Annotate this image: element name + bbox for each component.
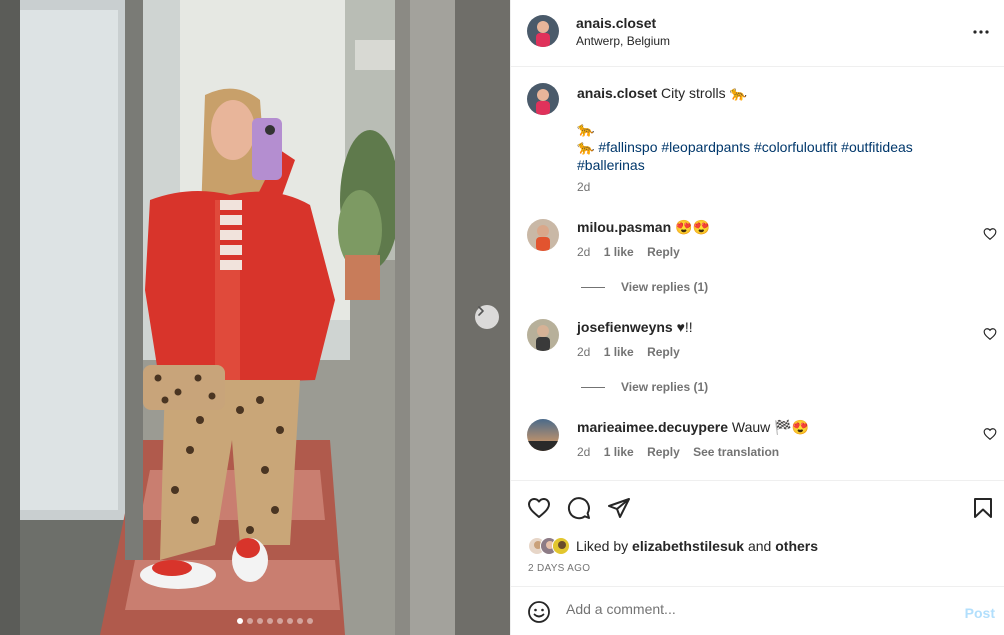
post-actions: Liked by elizabethstilesuk and others 2 … — [511, 480, 1004, 586]
avatar[interactable] — [527, 15, 559, 47]
view-replies-label: View replies (1) — [621, 380, 709, 394]
comment-like-button[interactable] — [983, 227, 997, 241]
likes-others-link[interactable]: others — [775, 538, 818, 554]
chevron-right-icon — [478, 306, 484, 316]
post-viewer: anais.closet Antwerp, Belgium anais.clos… — [0, 0, 1004, 635]
post-photo[interactable] — [0, 0, 510, 635]
post-details-panel: anais.closet Antwerp, Belgium anais.clos… — [510, 0, 1004, 635]
comment-likes[interactable]: 1 like — [604, 345, 634, 359]
reply-button[interactable]: Reply — [647, 245, 680, 259]
carousel-dot — [307, 618, 313, 624]
likes-conj: and — [747, 538, 772, 554]
comment-username[interactable]: josefienweyns — [577, 319, 673, 335]
share-button[interactable] — [607, 496, 631, 520]
add-comment-bar: Post — [511, 586, 1004, 635]
comment-like-button[interactable] — [983, 327, 997, 341]
avatar[interactable] — [527, 219, 559, 251]
carousel-dot — [247, 618, 253, 624]
emoji-button[interactable] — [527, 600, 551, 624]
caption-avatar[interactable] — [527, 83, 559, 115]
photo-illustration — [0, 0, 510, 635]
liker-avatar — [552, 537, 570, 555]
reply-button[interactable]: Reply — [647, 345, 680, 359]
reply-button[interactable]: Reply — [647, 445, 680, 459]
comment-username[interactable]: milou.pasman — [577, 219, 671, 235]
save-button[interactable] — [971, 496, 995, 520]
comment-like-button[interactable] — [983, 427, 997, 441]
divider — [581, 387, 605, 389]
comment-button[interactable] — [567, 496, 591, 520]
comment-text: 😍😍 — [675, 219, 710, 235]
post-header: anais.closet Antwerp, Belgium — [511, 0, 1004, 67]
more-options-icon — [973, 30, 989, 34]
comment-item: josefienweyns ♥!! 2d 1 like Reply — [511, 319, 1004, 359]
carousel-dot — [277, 618, 283, 624]
heart-icon — [528, 498, 550, 518]
like-button[interactable] — [527, 496, 551, 520]
comment-text: ♥!! — [676, 319, 693, 335]
view-replies-label: View replies (1) — [621, 280, 709, 294]
comment-timestamp[interactable]: 2d — [577, 345, 590, 359]
caption-timestamp[interactable]: 2d — [577, 178, 977, 196]
avatar[interactable] — [527, 319, 559, 351]
carousel-dot — [237, 618, 243, 624]
carousel-next-button[interactable] — [475, 305, 499, 329]
heart-icon — [983, 328, 997, 341]
view-replies-button[interactable]: View replies (1) — [581, 280, 708, 294]
post-location[interactable]: Antwerp, Belgium — [576, 34, 670, 48]
carousel-dot — [267, 618, 273, 624]
comment-timestamp[interactable]: 2d — [577, 445, 590, 459]
post-date[interactable]: 2 DAYS AGO — [528, 563, 590, 574]
divider — [581, 287, 605, 289]
caption-text: City strolls 🐆 — [661, 85, 747, 101]
comment-likes[interactable]: 1 like — [604, 445, 634, 459]
post-author-username[interactable]: anais.closet — [576, 15, 656, 31]
heart-icon — [983, 428, 997, 441]
comment-input[interactable] — [566, 601, 936, 617]
emoji-icon — [528, 601, 550, 623]
caption-emoji: 🐆 — [577, 139, 595, 155]
avatar[interactable] — [527, 419, 559, 451]
share-icon — [608, 498, 630, 518]
carousel-dot — [257, 618, 263, 624]
post-comment-button[interactable]: Post — [965, 605, 995, 621]
comment-username[interactable]: marieaimee.decuypere — [577, 419, 728, 435]
likes-summary: Liked by elizabethstilesuk and others — [528, 537, 818, 555]
comment-item: milou.pasman 😍😍 2d 1 like Reply — [511, 219, 1004, 259]
caption-username[interactable]: anais.closet — [577, 85, 657, 101]
post-caption: anais.closet City strolls 🐆 🐆 🐆 #fallins… — [577, 84, 977, 196]
comment-likes[interactable]: 1 like — [604, 245, 634, 259]
comment-item: marieaimee.decuypere Wauw 🏁😍 2d 1 like R… — [511, 419, 1004, 459]
heart-icon — [983, 228, 997, 241]
bookmark-icon — [974, 498, 992, 518]
carousel-dot — [287, 618, 293, 624]
see-translation-button[interactable]: See translation — [693, 445, 779, 459]
likes-prefix: Liked by — [576, 538, 629, 554]
comment-text: Wauw 🏁😍 — [731, 419, 810, 435]
carousel-dot — [297, 618, 303, 624]
view-replies-button[interactable]: View replies (1) — [581, 380, 708, 394]
comment-icon — [567, 497, 590, 520]
carousel-indicator — [0, 618, 510, 624]
caption-hashtags[interactable]: #fallinspo #leopardpants #colorfuloutfit… — [577, 139, 913, 173]
caption-line: 🐆 — [577, 121, 595, 137]
comment-timestamp[interactable]: 2d — [577, 245, 590, 259]
liked-by-user[interactable]: elizabethstilesuk — [632, 538, 744, 554]
more-options-button[interactable] — [971, 22, 991, 42]
